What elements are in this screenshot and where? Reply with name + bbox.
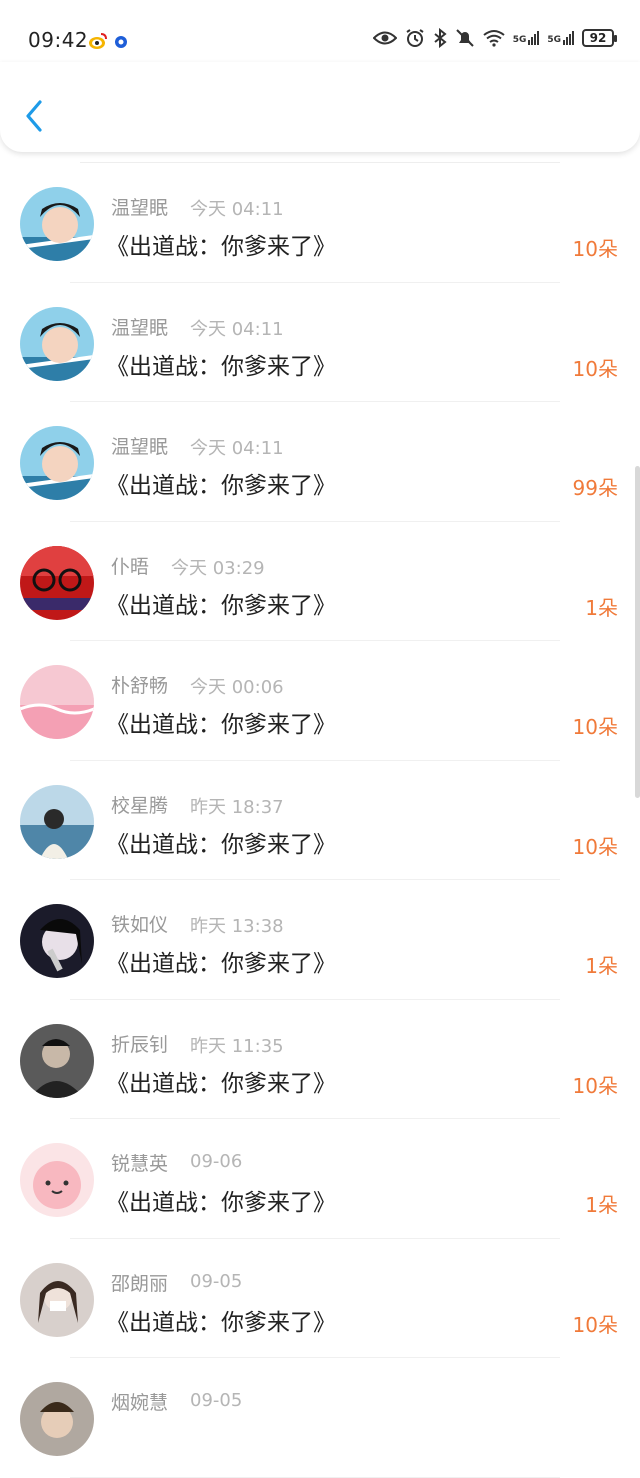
avatar[interactable] <box>20 426 94 500</box>
avatar[interactable] <box>20 1023 94 1098</box>
sender-name: 温望眠 <box>111 197 169 219</box>
avatar[interactable] <box>20 784 94 859</box>
status-time: 09:42 <box>28 28 89 52</box>
wifi-icon <box>483 30 505 47</box>
book-title: 《出道战：你爹来了》 <box>106 1070 336 1097</box>
avatar[interactable] <box>20 545 94 620</box>
gift-time: 昨天 13:38 <box>190 916 284 937</box>
scrollbar[interactable] <box>635 466 640 798</box>
flower-count: 1朵 <box>585 954 618 978</box>
gift-time: 昨天 18:37 <box>190 796 284 818</box>
gift-list: 温望眠 今天 04:11 《出道战：你爹来了》 10朵 温望眠 今天 04:11 《出道战：… <box>0 162 640 1478</box>
eye-icon <box>372 31 397 45</box>
mute-bell-icon <box>455 29 474 47</box>
sender-name: 温望眠 <box>111 316 169 339</box>
alarm-icon <box>406 29 424 47</box>
flower-count: 10朵 <box>572 1073 618 1098</box>
flower-count: 10朵 <box>572 834 618 859</box>
sender-name: 校星腾 <box>111 794 169 817</box>
gift-row[interactable]: 校星腾 昨天 18:37 《出道战：你爹来了》 10朵 <box>0 761 640 880</box>
flower-count: 1朵 <box>585 595 618 620</box>
avatar[interactable] <box>20 1382 94 1456</box>
gift-time: 09-06 <box>190 1151 243 1172</box>
status-icons: 5G 5G 92 <box>372 28 617 48</box>
flower-count: 10朵 <box>572 715 618 739</box>
flower-count: 1朵 <box>585 1193 618 1217</box>
gift-time: 今天 04:11 <box>190 199 284 220</box>
gift-time: 09-05 <box>190 1270 243 1292</box>
avatar[interactable] <box>20 306 94 381</box>
app-dot-icon <box>114 34 128 53</box>
book-title: 《出道战：你爹来了》 <box>106 1190 336 1216</box>
sender-name: 邵朗丽 <box>111 1272 169 1295</box>
flower-count: 10朵 <box>572 356 618 381</box>
chevron-left-icon <box>26 100 42 132</box>
sender-name: 铁如仪 <box>111 914 169 936</box>
book-title: 《出道战：你爹来了》 <box>106 1309 336 1336</box>
gift-row[interactable]: 折辰钊 昨天 11:35 《出道战：你爹来了》 10朵 <box>0 1000 640 1119</box>
gift-row[interactable]: 温望眠 今天 04:11 《出道战：你爹来了》 10朵 <box>0 163 640 283</box>
nav-bar <box>0 62 640 152</box>
weibo-icon <box>88 32 108 54</box>
book-title: 《出道战：你爹来了》 <box>106 951 336 977</box>
sender-name: 温望眠 <box>111 436 169 458</box>
gift-row[interactable]: 温望眠 今天 04:11 《出道战：你爹来了》 99朵 <box>0 402 640 522</box>
book-title: 《出道战：你爹来了》 <box>106 353 336 380</box>
avatar[interactable] <box>20 187 94 261</box>
avatar[interactable] <box>20 904 94 978</box>
gift-row[interactable]: 仆晤 今天 03:29 《出道战：你爹来了》 1朵 <box>0 522 640 641</box>
gift-row[interactable]: 锐慧英 09-06 《出道战：你爹来了》 1朵 <box>0 1119 640 1239</box>
book-title: 《出道战：你爹来了》 <box>106 831 336 858</box>
sender-name: 仆晤 <box>111 555 150 578</box>
gift-row[interactable]: 铁如仪 昨天 13:38 《出道战：你爹来了》 1朵 <box>0 880 640 1000</box>
signal-icon-2: 5G <box>547 31 574 45</box>
gift-row[interactable]: 烟婉慧 09-05 <box>0 1358 640 1478</box>
flower-count: 99朵 <box>572 476 618 500</box>
avatar[interactable] <box>20 665 94 739</box>
flower-count: 10朵 <box>572 1312 618 1337</box>
sender-name: 朴舒畅 <box>111 675 169 697</box>
battery-icon: 92 <box>582 29 617 47</box>
gift-row[interactable]: 邵朗丽 09-05 《出道战：你爹来了》 10朵 <box>0 1239 640 1358</box>
gift-time: 今天 03:29 <box>171 557 265 579</box>
avatar[interactable] <box>20 1262 94 1337</box>
sender-name: 折辰钊 <box>111 1033 169 1056</box>
gift-row[interactable]: 温望眠 今天 04:11 《出道战：你爹来了》 10朵 <box>0 283 640 402</box>
book-title: 《出道战：你爹来了》 <box>106 473 336 499</box>
gift-time: 昨天 11:35 <box>190 1035 284 1057</box>
gift-time: 09-05 <box>190 1390 243 1411</box>
book-title: 《出道战：你爹来了》 <box>106 234 336 260</box>
divider <box>70 1476 560 1478</box>
gift-time: 今天 00:06 <box>190 677 284 698</box>
sender-name: 锐慧英 <box>111 1153 169 1175</box>
gift-row[interactable]: 朴舒畅 今天 00:06 《出道战：你爹来了》 10朵 <box>0 641 640 761</box>
book-title: 《出道战：你爹来了》 <box>106 592 336 619</box>
bluetooth-icon <box>434 28 447 48</box>
back-button[interactable] <box>18 96 54 136</box>
avatar[interactable] <box>20 1143 94 1217</box>
gift-time: 今天 04:11 <box>190 438 284 459</box>
signal-icon: 5G <box>513 31 540 45</box>
sender-name: 烟婉慧 <box>111 1392 169 1414</box>
gift-time: 今天 04:11 <box>190 318 284 340</box>
flower-count: 10朵 <box>572 237 618 261</box>
book-title: 《出道战：你爹来了》 <box>106 712 336 738</box>
